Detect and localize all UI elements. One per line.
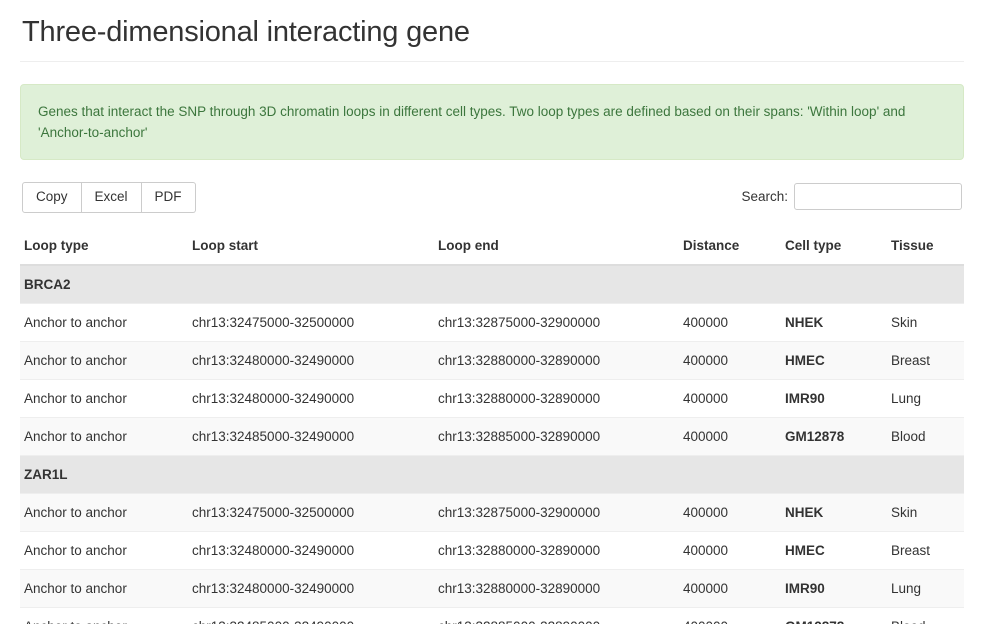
cell-loop-start: chr13:32480000-32490000 [188,341,434,380]
cell-cell-type: IMR90 [781,379,887,418]
gene-group-row: ZAR1L [20,455,964,494]
column-header-tissue[interactable]: Tissue [887,230,964,266]
table-header-row: Loop type Loop start Loop end Distance C… [20,230,964,266]
cell-cell-type: IMR90 [781,569,887,608]
cell-tissue: Blood [887,417,964,456]
cell-distance: 400000 [679,569,781,608]
cell-tissue: Breast [887,531,964,570]
cell-loop-type: Anchor to anchor [20,531,188,570]
cell-loop-type: Anchor to anchor [20,607,188,624]
cell-loop-end: chr13:32875000-32900000 [434,493,679,532]
cell-loop-start: chr13:32485000-32490000 [188,607,434,624]
cell-loop-start: chr13:32475000-32500000 [188,493,434,532]
gene-group-label: ZAR1L [20,455,964,494]
cell-cell-type: GM12878 [781,607,887,624]
table-row[interactable]: Anchor to anchor chr13:32480000-32490000… [20,379,964,418]
cell-loop-type: Anchor to anchor [20,303,188,342]
cell-distance: 400000 [679,607,781,624]
cell-cell-type: HMEC [781,531,887,570]
search-label: Search: [741,189,788,204]
column-header-loop-start[interactable]: Loop start [188,230,434,266]
cell-distance: 400000 [679,379,781,418]
column-header-distance[interactable]: Distance [679,230,781,266]
excel-button[interactable]: Excel [81,182,142,213]
table-row[interactable]: Anchor to anchor chr13:32485000-32490000… [20,607,964,624]
table-row[interactable]: Anchor to anchor chr13:32480000-32490000… [20,341,964,380]
cell-tissue: Skin [887,493,964,532]
cell-distance: 400000 [679,341,781,380]
export-button-group: Copy Excel PDF [22,182,196,213]
cell-tissue: Skin [887,303,964,342]
table-row[interactable]: Anchor to anchor chr13:32480000-32490000… [20,569,964,608]
cell-loop-type: Anchor to anchor [20,417,188,456]
cell-loop-end: chr13:32880000-32890000 [434,341,679,380]
search-container: Search: [741,183,962,210]
cell-distance: 400000 [679,531,781,570]
table-row[interactable]: Anchor to anchor chr13:32480000-32490000… [20,531,964,570]
column-header-cell-type[interactable]: Cell type [781,230,887,266]
column-header-loop-end[interactable]: Loop end [434,230,679,266]
cell-loop-start: chr13:32475000-32500000 [188,303,434,342]
cell-tissue: Lung [887,569,964,608]
cell-loop-type: Anchor to anchor [20,493,188,532]
cell-cell-type: GM12878 [781,417,887,456]
cell-loop-start: chr13:32485000-32490000 [188,417,434,456]
cell-loop-start: chr13:32480000-32490000 [188,531,434,570]
cell-loop-end: chr13:32880000-32890000 [434,531,679,570]
cell-loop-end: chr13:32880000-32890000 [434,379,679,418]
table-toolbar: Copy Excel PDF Search: [20,182,964,216]
gene-group-row: BRCA2 [20,264,964,304]
title-divider [20,61,964,62]
cell-distance: 400000 [679,417,781,456]
page-title: Three-dimensional interacting gene [22,16,470,48]
cell-loop-type: Anchor to anchor [20,341,188,380]
cell-cell-type: HMEC [781,341,887,380]
interacting-gene-table: Loop type Loop start Loop end Distance C… [20,230,964,624]
cell-distance: 400000 [679,303,781,342]
table-row[interactable]: Anchor to anchor chr13:32475000-32500000… [20,493,964,532]
cell-loop-end: chr13:32885000-32890000 [434,417,679,456]
cell-loop-type: Anchor to anchor [20,569,188,608]
cell-tissue: Lung [887,379,964,418]
cell-cell-type: NHEK [781,493,887,532]
cell-tissue: Breast [887,341,964,380]
cell-loop-end: chr13:32885000-32890000 [434,607,679,624]
cell-tissue: Blood [887,607,964,624]
cell-cell-type: NHEK [781,303,887,342]
info-alert: Genes that interact the SNP through 3D c… [20,84,964,160]
table-row[interactable]: Anchor to anchor chr13:32485000-32490000… [20,417,964,456]
pdf-button[interactable]: PDF [141,182,196,213]
column-header-loop-type[interactable]: Loop type [20,230,188,266]
copy-button[interactable]: Copy [22,182,82,213]
cell-loop-end: chr13:32875000-32900000 [434,303,679,342]
cell-loop-start: chr13:32480000-32490000 [188,569,434,608]
table-row[interactable]: Anchor to anchor chr13:32475000-32500000… [20,303,964,342]
page-container: Three-dimensional interacting gene Genes… [0,0,984,624]
cell-loop-type: Anchor to anchor [20,379,188,418]
table-head: Loop type Loop start Loop end Distance C… [20,230,964,266]
table-body: BRCA2 Anchor to anchor chr13:32475000-32… [20,264,964,624]
cell-loop-end: chr13:32880000-32890000 [434,569,679,608]
cell-loop-start: chr13:32480000-32490000 [188,379,434,418]
search-input[interactable] [794,183,962,210]
cell-distance: 400000 [679,493,781,532]
gene-group-label: BRCA2 [20,264,964,304]
